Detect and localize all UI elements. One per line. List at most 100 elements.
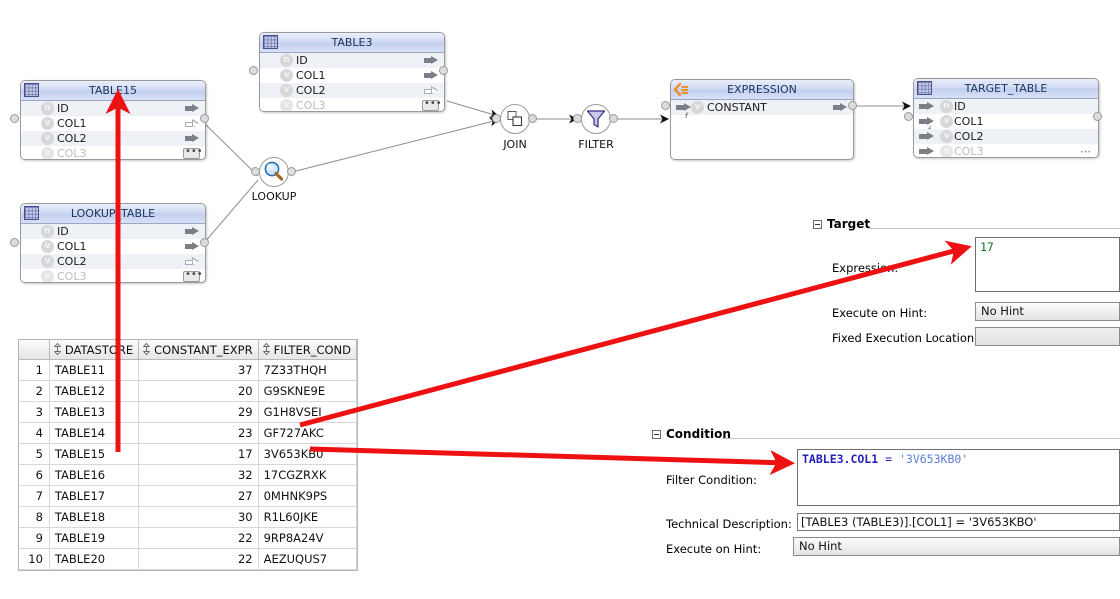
port-arrow-icon[interactable] bbox=[424, 56, 438, 65]
cell-datastore[interactable]: TABLE13 bbox=[49, 401, 140, 423]
port-arrow-icon[interactable] bbox=[185, 227, 199, 236]
node-lookup-table[interactable]: LOOKUP_TABLE n ID v COL1 v COL2 v COL3 bbox=[20, 203, 206, 283]
column-row[interactable]: v COL3 bbox=[21, 267, 205, 282]
cell-constant-expr[interactable]: 17 bbox=[138, 443, 259, 465]
table-row[interactable]: 7 TABLE17 27 0MHNK9PS bbox=[19, 485, 358, 507]
operator-filter-port-right[interactable] bbox=[609, 114, 618, 123]
node-table15-port-right[interactable] bbox=[200, 114, 209, 123]
technical-description-field[interactable]: [TABLE3 (TABLE3)].[COL1] = '3V653KBO' bbox=[797, 513, 1120, 531]
port-arrow-hollow-icon[interactable] bbox=[185, 257, 199, 266]
port-arrow-icon[interactable] bbox=[185, 134, 199, 143]
column-row[interactable]: v COL2 bbox=[21, 131, 205, 146]
column-row[interactable]: n ID bbox=[914, 99, 1098, 114]
port-arrow-in-icon[interactable]: f bbox=[919, 117, 934, 134]
port-arrow-icon[interactable] bbox=[833, 103, 847, 112]
column-row[interactable]: v COL2 bbox=[21, 254, 205, 269]
column-row[interactable]: v COL3 bbox=[21, 144, 205, 159]
table-row[interactable]: 10 TABLE20 22 AEZUQUS7 bbox=[19, 548, 358, 570]
row-number-header[interactable] bbox=[19, 340, 50, 360]
column-row[interactable]: v COL1 bbox=[21, 116, 205, 131]
collapse-toggle-icon[interactable] bbox=[652, 429, 661, 439]
more-ports-icon[interactable] bbox=[183, 144, 203, 159]
port-arrow-icon[interactable] bbox=[424, 71, 438, 80]
port-arrow-icon[interactable] bbox=[185, 242, 199, 251]
cell-datastore[interactable]: TABLE19 bbox=[49, 527, 140, 549]
cell-filter-cond[interactable]: 17CGZRXK bbox=[258, 464, 358, 486]
cell-filter-cond[interactable]: 7Z33THQH bbox=[258, 359, 358, 381]
column-row[interactable]: v COL2 bbox=[914, 129, 1098, 144]
cell-datastore[interactable]: TABLE17 bbox=[49, 485, 140, 507]
condition-section-header[interactable]: Condition bbox=[652, 427, 731, 441]
cell-filter-cond[interactable]: 3V653KB0 bbox=[258, 443, 358, 465]
column-row[interactable]: n ID bbox=[21, 101, 205, 116]
column-header-filter-cond[interactable]: FILTER_COND bbox=[258, 340, 358, 360]
condition-execute-hint-select[interactable]: No Hint bbox=[793, 537, 1120, 556]
expression-textarea[interactable]: 17 bbox=[975, 237, 1120, 292]
operator-lookup-port-left[interactable] bbox=[251, 167, 260, 176]
node-table3-port-right[interactable] bbox=[439, 66, 448, 75]
node-target-table-port-right[interactable] bbox=[1093, 112, 1102, 121]
cell-filter-cond[interactable]: G1H8VSEI bbox=[258, 401, 358, 423]
target-section-header[interactable]: Target bbox=[813, 217, 870, 231]
node-target-table-port-left[interactable] bbox=[904, 112, 913, 121]
column-row[interactable]: f v COL1 bbox=[914, 114, 1098, 134]
column-row[interactable]: n ID bbox=[260, 53, 444, 68]
cell-constant-expr[interactable]: 22 bbox=[138, 548, 259, 570]
operator-lookup-port-right[interactable] bbox=[287, 167, 296, 176]
port-arrow-hollow-icon[interactable] bbox=[185, 119, 199, 128]
cell-datastore[interactable]: TABLE20 bbox=[49, 548, 140, 570]
cell-constant-expr[interactable]: 30 bbox=[138, 506, 259, 528]
cell-datastore[interactable]: TABLE15 bbox=[49, 443, 140, 465]
cell-constant-expr[interactable]: 23 bbox=[138, 422, 259, 444]
target-execute-hint-select[interactable]: No Hint bbox=[975, 302, 1120, 321]
column-row[interactable]: v COL1 bbox=[21, 239, 205, 254]
cell-filter-cond[interactable]: GF727AKC bbox=[258, 422, 358, 444]
node-target-table[interactable]: TARGET_TABLE n ID f v COL1 v COL2 v COL3 bbox=[913, 78, 1099, 158]
more-columns-icon[interactable]: ⋯ bbox=[1080, 146, 1092, 157]
table-row[interactable]: 3 TABLE13 29 G1H8VSEI bbox=[19, 401, 358, 423]
more-ports-icon[interactable] bbox=[422, 96, 442, 111]
node-expression-port-right[interactable] bbox=[848, 101, 857, 110]
cell-constant-expr[interactable]: 37 bbox=[138, 359, 259, 381]
result-data-grid[interactable]: DATASTORE CONSTANT_EXPR FILTER_COND 1 TA… bbox=[18, 339, 358, 571]
operator-filter-port-left[interactable] bbox=[573, 114, 582, 123]
operator-lookup[interactable] bbox=[259, 157, 289, 187]
port-arrow-in-icon[interactable] bbox=[919, 132, 934, 141]
port-arrow-icon[interactable] bbox=[185, 104, 199, 113]
table-row[interactable]: 5 TABLE15 17 3V653KB0 bbox=[19, 443, 358, 465]
column-header-datastore[interactable]: DATASTORE bbox=[49, 340, 140, 360]
fixed-execution-location-select[interactable] bbox=[975, 327, 1120, 346]
cell-datastore[interactable]: TABLE18 bbox=[49, 506, 140, 528]
cell-filter-cond[interactable]: 0MHNK9PS bbox=[258, 485, 358, 507]
cell-datastore[interactable]: TABLE14 bbox=[49, 422, 140, 444]
column-row[interactable]: v COL1 bbox=[260, 68, 444, 83]
column-row[interactable]: v COL3 ⋯ bbox=[914, 144, 1098, 157]
node-expression[interactable]: EXPRESSION f v CONSTANT bbox=[670, 79, 854, 160]
column-row[interactable]: v COL3 bbox=[260, 96, 444, 111]
table-row[interactable]: 8 TABLE18 30 R1L60JKE bbox=[19, 506, 358, 528]
table-row[interactable]: 6 TABLE16 32 17CGZRXK bbox=[19, 464, 358, 486]
cell-datastore[interactable]: TABLE12 bbox=[49, 380, 140, 402]
cell-constant-expr[interactable]: 32 bbox=[138, 464, 259, 486]
column-row[interactable]: f v CONSTANT bbox=[671, 100, 853, 120]
operator-join[interactable] bbox=[500, 104, 530, 134]
node-lookup-table-port-left[interactable] bbox=[10, 238, 19, 247]
cell-constant-expr[interactable]: 22 bbox=[138, 527, 259, 549]
node-expression-port-left[interactable] bbox=[661, 101, 670, 110]
cell-constant-expr[interactable]: 20 bbox=[138, 380, 259, 402]
node-table3-port-left[interactable] bbox=[249, 66, 258, 75]
table-row[interactable]: 4 TABLE14 23 GF727AKC bbox=[19, 422, 358, 444]
port-arrow-in-icon[interactable] bbox=[919, 147, 934, 156]
column-row[interactable]: n ID bbox=[21, 224, 205, 239]
node-table3[interactable]: TABLE3 n ID v COL1 v COL2 v COL3 bbox=[259, 32, 445, 112]
cell-constant-expr[interactable]: 29 bbox=[138, 401, 259, 423]
column-row[interactable]: v COL2 bbox=[260, 83, 444, 98]
cell-filter-cond[interactable]: AEZUQUS7 bbox=[258, 548, 358, 570]
cell-datastore[interactable]: TABLE16 bbox=[49, 464, 140, 486]
node-table15[interactable]: TABLE15 n ID v COL1 v COL2 v COL3 bbox=[20, 80, 206, 160]
filter-condition-textarea[interactable]: TABLE3.COL1 = '3V653KB0' bbox=[797, 449, 1120, 506]
port-arrow-in-icon[interactable]: f bbox=[676, 103, 691, 120]
cell-filter-cond[interactable]: R1L60JKE bbox=[258, 506, 358, 528]
node-lookup-table-port-right[interactable] bbox=[200, 238, 209, 247]
table-row[interactable]: 9 TABLE19 22 9RP8A24V bbox=[19, 527, 358, 549]
